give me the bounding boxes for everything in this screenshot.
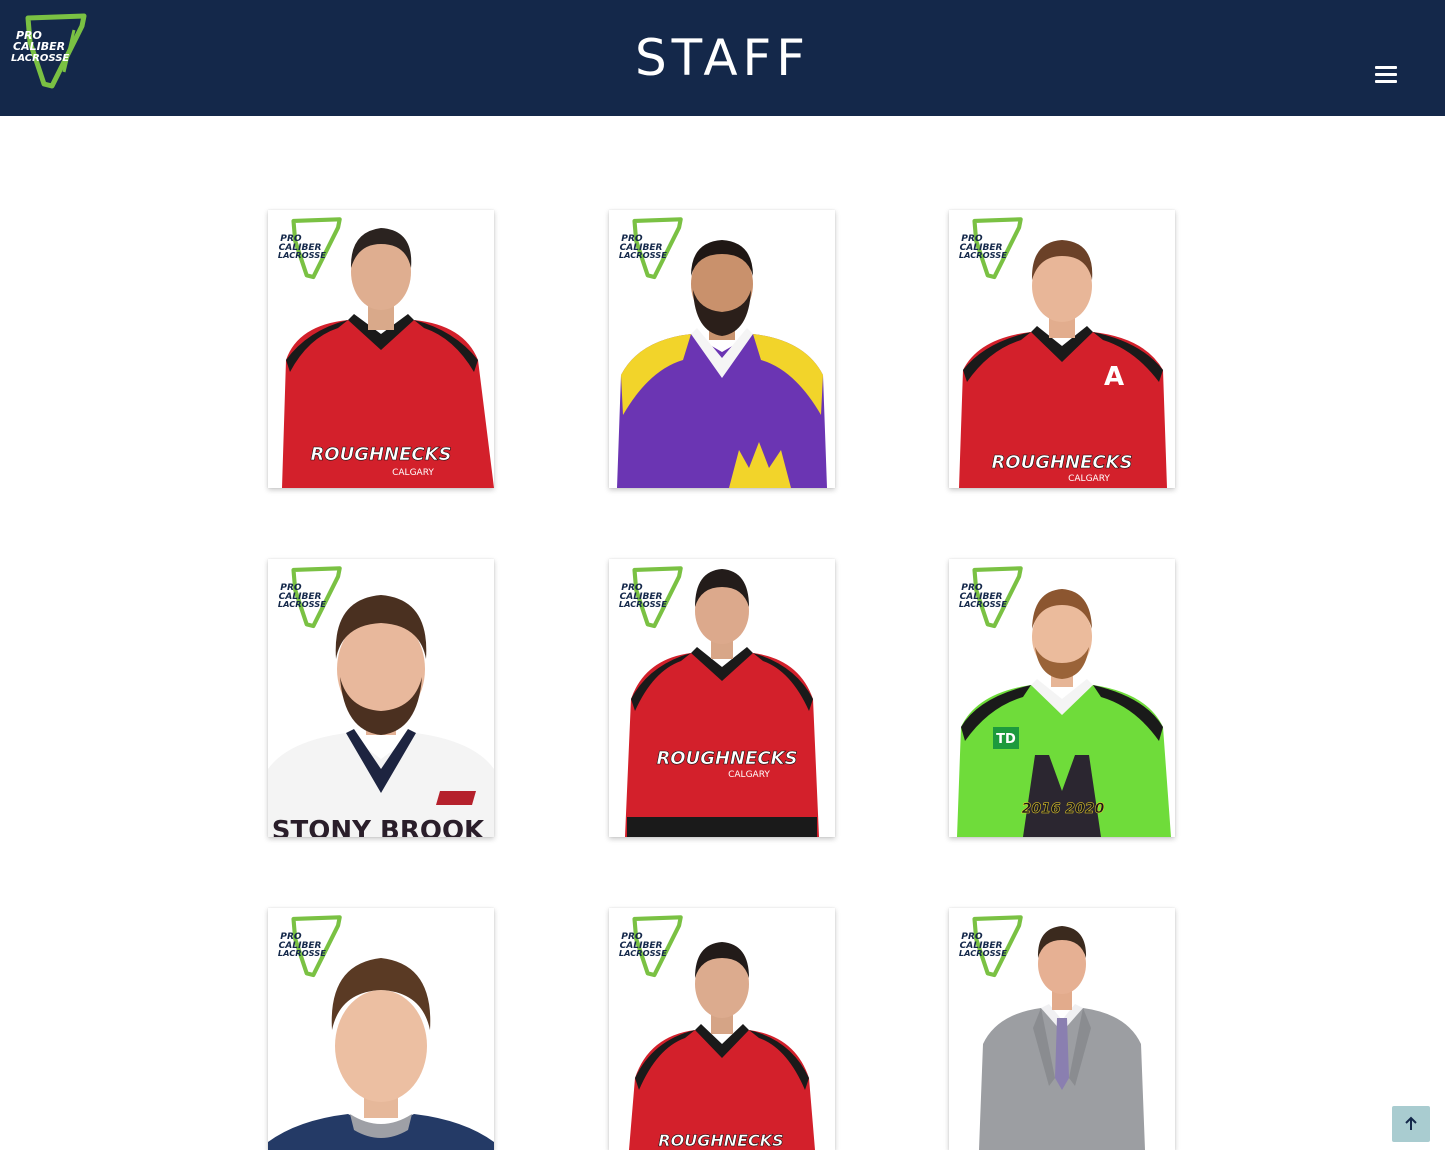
staff-grid: ROUGHNECKS CALGARY PRO CALIBER LACROSSE … bbox=[0, 116, 1445, 1150]
jersey-text: ROUGHNECKS bbox=[991, 452, 1132, 473]
card-logo-text: LACROSSE bbox=[959, 250, 1007, 260]
card-logo-text: LACROSSE bbox=[278, 250, 326, 260]
jersey-subtext: TD bbox=[996, 732, 1016, 747]
card-logo-icon: PRO CALIBER LACROSSE bbox=[959, 217, 1023, 280]
staff-card[interactable]: ROUGHNECKS PRO CALIBER LACROSSE bbox=[609, 908, 835, 1150]
jersey-text: STONY BROOK bbox=[272, 816, 485, 837]
staff-card[interactable]: PRO CALIBER LACROSSE bbox=[609, 210, 835, 488]
card-logo-text: LACROSSE bbox=[619, 948, 667, 958]
staff-card[interactable]: A ROUGHNECKS CALGARY PRO CALIBER LACROSS… bbox=[949, 210, 1175, 488]
card-logo-icon: PRO CALIBER LACROSSE bbox=[959, 566, 1023, 629]
staff-card[interactable]: STONY BROOK PRO CALIBER LACROSSE bbox=[268, 559, 494, 837]
staff-card[interactable]: ROUGHNECKS CALGARY PRO CALIBER LACROSSE bbox=[609, 559, 835, 837]
staff-card[interactable]: TD 2016 2020 PRO CALIBER LACROSSE bbox=[949, 559, 1175, 837]
card-logo-icon: PRO CALIBER LACROSSE bbox=[619, 566, 683, 629]
card-logo-text: LACROSSE bbox=[959, 948, 1007, 958]
page-title: STAFF bbox=[634, 29, 811, 87]
jersey-text: ROUGHNECKS bbox=[658, 1131, 783, 1150]
arrow-up-icon bbox=[1405, 1116, 1417, 1130]
jersey-text: 2016 2020 bbox=[1022, 801, 1105, 817]
card-logo-text: LACROSSE bbox=[278, 599, 326, 609]
jersey-subtext: CALGARY bbox=[392, 468, 434, 478]
card-logo-icon: PRO CALIBER LACROSSE bbox=[619, 915, 683, 978]
card-logo-icon: PRO CALIBER LACROSSE bbox=[278, 566, 342, 629]
site-header: PRO CALIBER LACROSSE STAFF bbox=[0, 0, 1445, 116]
card-logo-text: LACROSSE bbox=[619, 599, 667, 609]
card-logo-text: LACROSSE bbox=[278, 948, 326, 958]
staff-card[interactable]: PRO CALIBER LACROSSE bbox=[949, 908, 1175, 1150]
card-logo-icon: PRO CALIBER LACROSSE bbox=[278, 217, 342, 280]
jersey-subtext: CALGARY bbox=[728, 770, 770, 780]
staff-card[interactable]: PRO CALIBER LACROSSE bbox=[268, 908, 494, 1150]
card-logo-icon: PRO CALIBER LACROSSE bbox=[278, 915, 342, 978]
jersey-text: ROUGHNECKS bbox=[656, 748, 797, 769]
card-logo-icon: PRO CALIBER LACROSSE bbox=[619, 217, 683, 280]
jersey-subtext: CALGARY bbox=[1068, 474, 1110, 484]
jersey-letter: A bbox=[1104, 362, 1124, 392]
scroll-to-top-button[interactable] bbox=[1392, 1106, 1430, 1142]
hamburger-menu-icon[interactable] bbox=[1366, 58, 1406, 92]
card-logo-text: LACROSSE bbox=[619, 250, 667, 260]
jersey-text: ROUGHNECKS bbox=[310, 444, 451, 465]
staff-card[interactable]: ROUGHNECKS CALGARY PRO CALIBER LACROSSE bbox=[268, 210, 494, 488]
card-logo-text: LACROSSE bbox=[959, 599, 1007, 609]
card-logo-icon: PRO CALIBER LACROSSE bbox=[959, 915, 1023, 978]
